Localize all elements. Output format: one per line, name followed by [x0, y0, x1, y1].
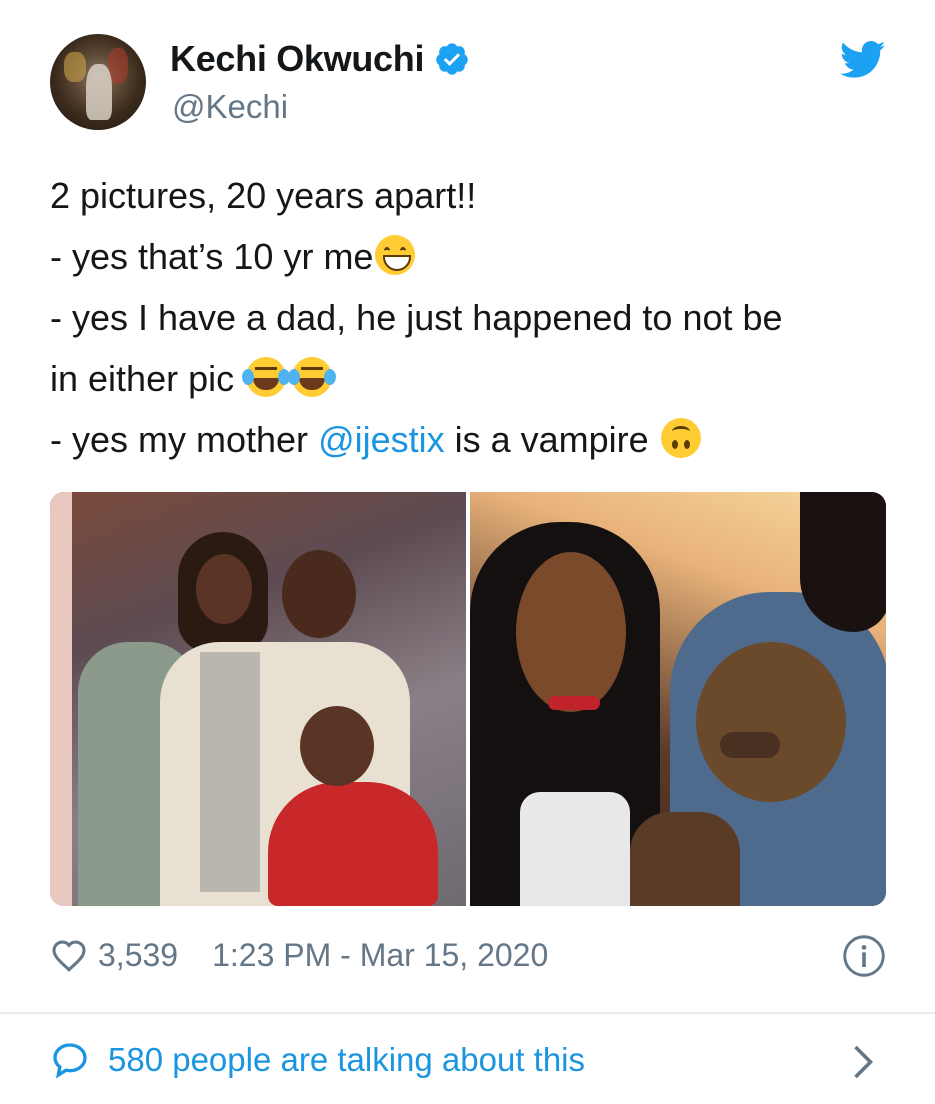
grinning-face-icon	[375, 235, 416, 275]
info-icon[interactable]	[842, 934, 886, 978]
photo-present[interactable]	[470, 492, 886, 906]
like-count[interactable]: 3,539	[98, 937, 178, 974]
timestamp[interactable]: 1:23 PM - Mar 15, 2020	[212, 937, 548, 974]
tweet-text: 2 pictures, 20 years apart!! - yes that’…	[50, 165, 910, 470]
twitter-bird-icon[interactable]	[840, 40, 886, 80]
talking-count[interactable]: 580 people are talking about this	[108, 1041, 585, 1079]
author-name-row: Kechi Okwuchi	[170, 38, 470, 80]
tears-of-joy-icon	[242, 357, 291, 397]
tweet-line-5: - yes my mother @ijestix is a vampire	[50, 409, 910, 470]
tweet-line-1: 2 pictures, 20 years apart!!	[50, 175, 477, 216]
tweet-line-4: in either pic	[50, 348, 910, 409]
tweet-meta: 3,539 1:23 PM - Mar 15, 2020	[50, 930, 890, 980]
photo-past[interactable]	[50, 492, 466, 906]
upside-down-face-icon	[660, 418, 701, 458]
tears-of-joy-icon	[288, 357, 337, 397]
speech-bubble-icon	[53, 1043, 87, 1079]
author-name[interactable]: Kechi Okwuchi	[170, 38, 424, 80]
tweet-line-3: - yes I have a dad, he just happened to …	[50, 297, 783, 338]
mention-link[interactable]: @ijestix	[318, 419, 445, 460]
divider	[0, 1012, 935, 1014]
conversation-link[interactable]: 580 people are talking about this	[50, 1034, 890, 1086]
verified-badge-icon	[436, 43, 468, 75]
tweet-header: Kechi Okwuchi @Kechi	[50, 34, 890, 134]
heart-icon[interactable]	[50, 938, 88, 972]
avatar[interactable]	[50, 34, 146, 130]
chevron-right-icon[interactable]	[850, 1044, 876, 1080]
tweet-line-2: - yes that’s 10 yr me	[50, 226, 910, 287]
author-handle[interactable]: @Kechi	[172, 88, 288, 126]
media-gallery	[50, 492, 886, 906]
